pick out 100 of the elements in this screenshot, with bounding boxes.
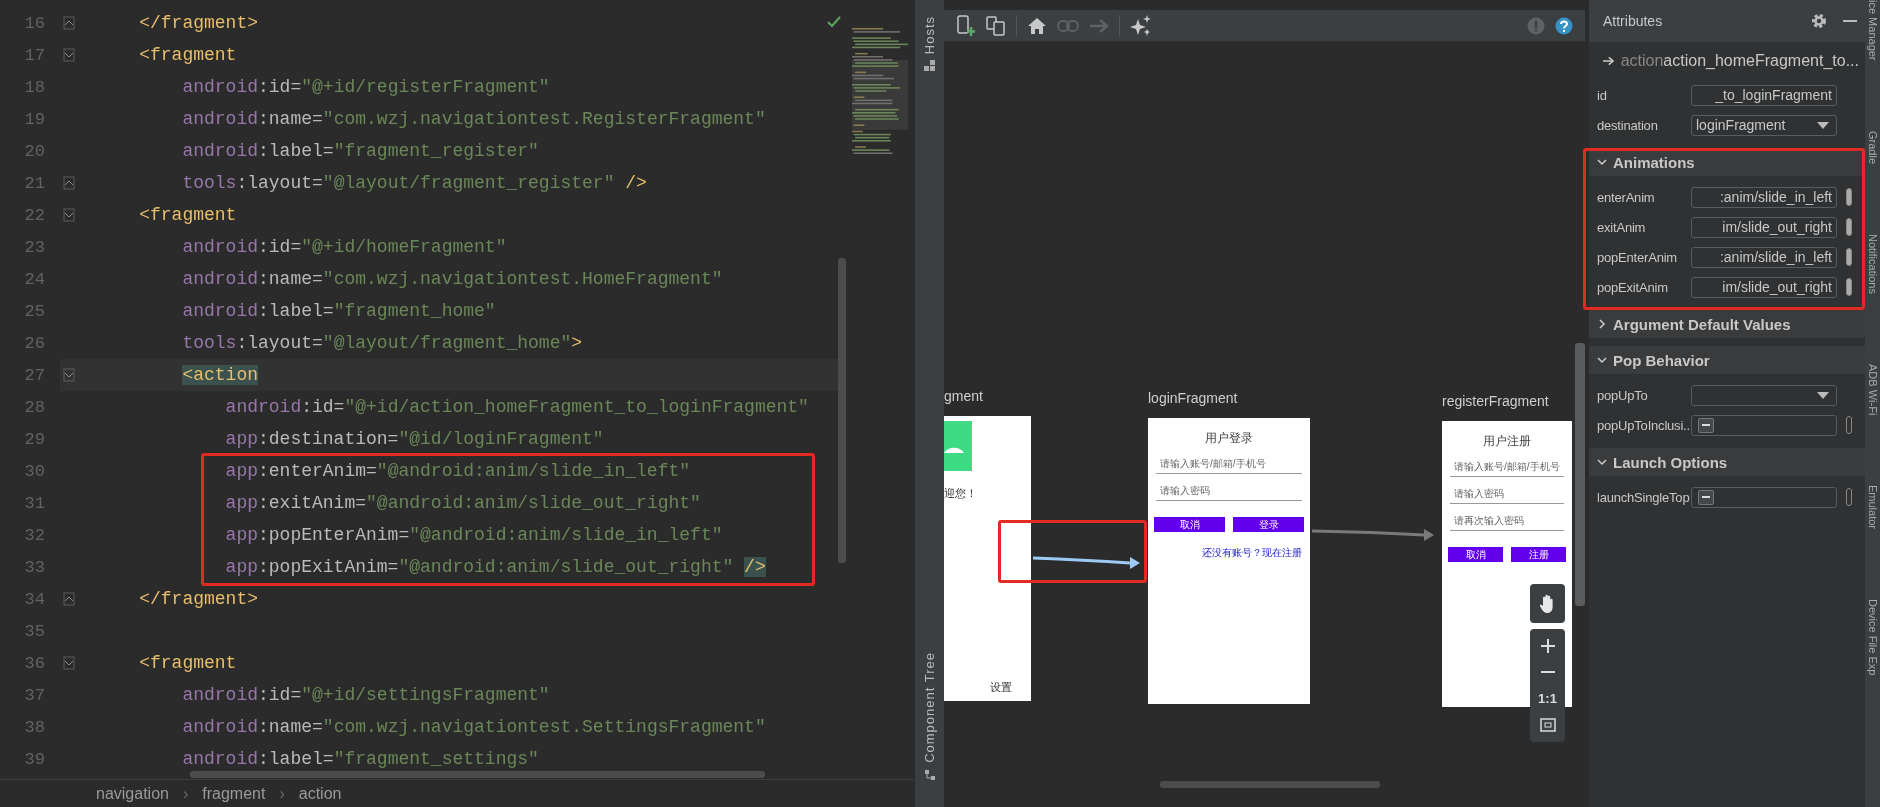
sparkle-icon[interactable] bbox=[1130, 14, 1152, 37]
line-number: 30 bbox=[23, 461, 45, 481]
code-line: android:label="fragment_register" bbox=[182, 141, 539, 161]
component-tree-tab[interactable]: Component Tree bbox=[922, 652, 937, 763]
action-arrow[interactable] bbox=[1032, 556, 1140, 569]
destination-label: loginFragment bbox=[1148, 390, 1238, 406]
code-line: android:id="@+id/registerFragment" bbox=[182, 77, 550, 97]
section-header[interactable]: Argument Default Values bbox=[1589, 310, 1865, 338]
line-number: 28 bbox=[23, 397, 45, 417]
checkbox-field[interactable] bbox=[1691, 486, 1837, 508]
picker-handle[interactable] bbox=[1846, 188, 1852, 206]
input-field[interactable]: 请输入密码 bbox=[1450, 487, 1564, 504]
screen-button[interactable]: 取消 bbox=[1448, 547, 1503, 562]
breadcrumb-separator: › bbox=[279, 784, 285, 803]
line-number: 18 bbox=[23, 77, 45, 97]
home-icon[interactable] bbox=[1027, 16, 1047, 35]
code-line: android:id="@+id/action_homeFragment_to_loginFragment" bbox=[225, 397, 809, 417]
text-field[interactable]: _to_loginFragment bbox=[1691, 84, 1837, 106]
line-number: 20 bbox=[23, 141, 45, 161]
line-number: 36 bbox=[23, 653, 45, 673]
code-line: tools:layout="@layout/fragment_register" /> bbox=[182, 173, 647, 193]
input-field[interactable]: 请再次输入密码 bbox=[1450, 514, 1564, 531]
input-field[interactable]: 请输入账号/邮箱/手机号 bbox=[1156, 457, 1302, 474]
picker-handle[interactable] bbox=[1846, 416, 1852, 434]
code-line: android:id="@+id/homeFragment" bbox=[182, 237, 507, 257]
attribute-label: launchSingleTop bbox=[1597, 489, 1691, 505]
help-icon[interactable] bbox=[1555, 16, 1573, 35]
tool-window-tab[interactable]: Gradle bbox=[1866, 130, 1879, 164]
line-number: 22 bbox=[23, 205, 45, 225]
line-number: 31 bbox=[23, 493, 45, 513]
minimize-icon[interactable] bbox=[1843, 19, 1857, 23]
arrow-icon bbox=[1603, 55, 1615, 67]
caret-icon bbox=[1817, 121, 1829, 129]
code-line: app:popExitAnim="@android:anim/slide_out_right" /> bbox=[225, 557, 766, 577]
line-number: 33 bbox=[23, 557, 45, 577]
actual-size-button[interactable]: 1:1 bbox=[1538, 691, 1557, 706]
checkbox[interactable] bbox=[1698, 417, 1714, 433]
line-number: 29 bbox=[23, 429, 45, 449]
code-line: </fragment> bbox=[139, 13, 258, 33]
dropdown[interactable]: loginFragment bbox=[1691, 114, 1837, 136]
code-line: app:enterAnim="@android:anim/slide_in_left" bbox=[225, 461, 691, 481]
text-field[interactable]: :anim/slide_in_left bbox=[1691, 246, 1837, 268]
text-field[interactable]: :anim/slide_in_left bbox=[1691, 186, 1837, 208]
settings-text: 设置 bbox=[990, 680, 1012, 695]
line-number: 27 bbox=[23, 365, 45, 385]
section-header[interactable]: Launch Options bbox=[1589, 448, 1865, 476]
element-type: action bbox=[1620, 52, 1664, 69]
checkbox[interactable] bbox=[1698, 489, 1714, 505]
settings-icon[interactable] bbox=[1811, 13, 1827, 29]
element-name: action_homeFragment_to... bbox=[1663, 52, 1859, 69]
hosts-tab[interactable]: Hosts bbox=[922, 16, 937, 55]
section-header[interactable]: Pop Behavior bbox=[1589, 346, 1865, 374]
tree-icon bbox=[923, 769, 936, 781]
line-number: 23 bbox=[23, 237, 45, 257]
code-line: <fragment bbox=[139, 205, 237, 225]
text-field[interactable]: im/slide_out_right bbox=[1691, 216, 1837, 238]
screen-button[interactable]: 注册 bbox=[1511, 547, 1566, 562]
attribute-label: id bbox=[1597, 87, 1608, 103]
code-line: </fragment> bbox=[139, 589, 258, 609]
code-line: <fragment bbox=[139, 653, 237, 673]
picker-handle[interactable] bbox=[1846, 218, 1852, 236]
pan-button[interactable] bbox=[1530, 584, 1565, 623]
screen-button[interactable]: 取消 bbox=[1154, 517, 1225, 532]
input-field[interactable]: 请输入账号/邮箱/手机号 bbox=[1450, 460, 1564, 477]
breadcrumb-item[interactable]: action bbox=[298, 784, 342, 803]
fit-screen-icon[interactable] bbox=[1539, 718, 1556, 732]
code-line: android:label="fragment_home" bbox=[182, 301, 496, 321]
line-number: 37 bbox=[23, 685, 45, 705]
attribute-label: popEnterAnim bbox=[1597, 249, 1678, 265]
tool-window-tab[interactable]: Emulator bbox=[1866, 484, 1879, 529]
tool-window-tab[interactable]: ADB Wi-Fi bbox=[1866, 363, 1879, 415]
input-field[interactable]: 请输入密码 bbox=[1156, 484, 1302, 501]
line-number: 25 bbox=[23, 301, 45, 321]
new-destination-icon[interactable] bbox=[956, 14, 976, 37]
tool-window-tab[interactable]: Notifications bbox=[1866, 233, 1879, 294]
action-arrow[interactable] bbox=[1311, 529, 1434, 541]
screen-title: 用户注册 bbox=[1482, 433, 1532, 450]
line-number: 38 bbox=[23, 717, 45, 737]
screen-button[interactable]: 登录 bbox=[1233, 517, 1304, 532]
text-field[interactable]: im/slide_out_right bbox=[1691, 276, 1837, 298]
register-link[interactable]: 还没有账号？现在注册 bbox=[1156, 546, 1302, 560]
checkbox-field[interactable] bbox=[1691, 414, 1837, 436]
picker-handle[interactable] bbox=[1846, 488, 1852, 506]
picker-handle[interactable] bbox=[1846, 248, 1852, 266]
code-line: android:id="@+id/settingsFragment" bbox=[182, 685, 550, 705]
line-number: 26 bbox=[23, 333, 45, 353]
line-number: 35 bbox=[23, 621, 45, 641]
breadcrumb-item[interactable]: navigation bbox=[96, 784, 169, 803]
destination-label: registerFragment bbox=[1442, 393, 1549, 409]
tool-window-tab[interactable]: Device File Exp bbox=[1866, 598, 1879, 676]
line-number: 34 bbox=[23, 589, 45, 609]
picker-handle[interactable] bbox=[1846, 278, 1852, 296]
tool-window-tab[interactable]: ice Manager bbox=[1866, 0, 1879, 61]
breadcrumb-item[interactable]: fragment bbox=[202, 784, 266, 803]
zoom-in-icon[interactable] bbox=[1540, 639, 1555, 653]
line-number: 19 bbox=[23, 109, 45, 129]
line-number: 32 bbox=[23, 525, 45, 545]
destination-label: gment bbox=[944, 388, 983, 404]
copies-icon[interactable] bbox=[986, 15, 1006, 36]
code-line: android:name="com.wzj.navigationtest.RegisterFragment" bbox=[182, 109, 766, 129]
